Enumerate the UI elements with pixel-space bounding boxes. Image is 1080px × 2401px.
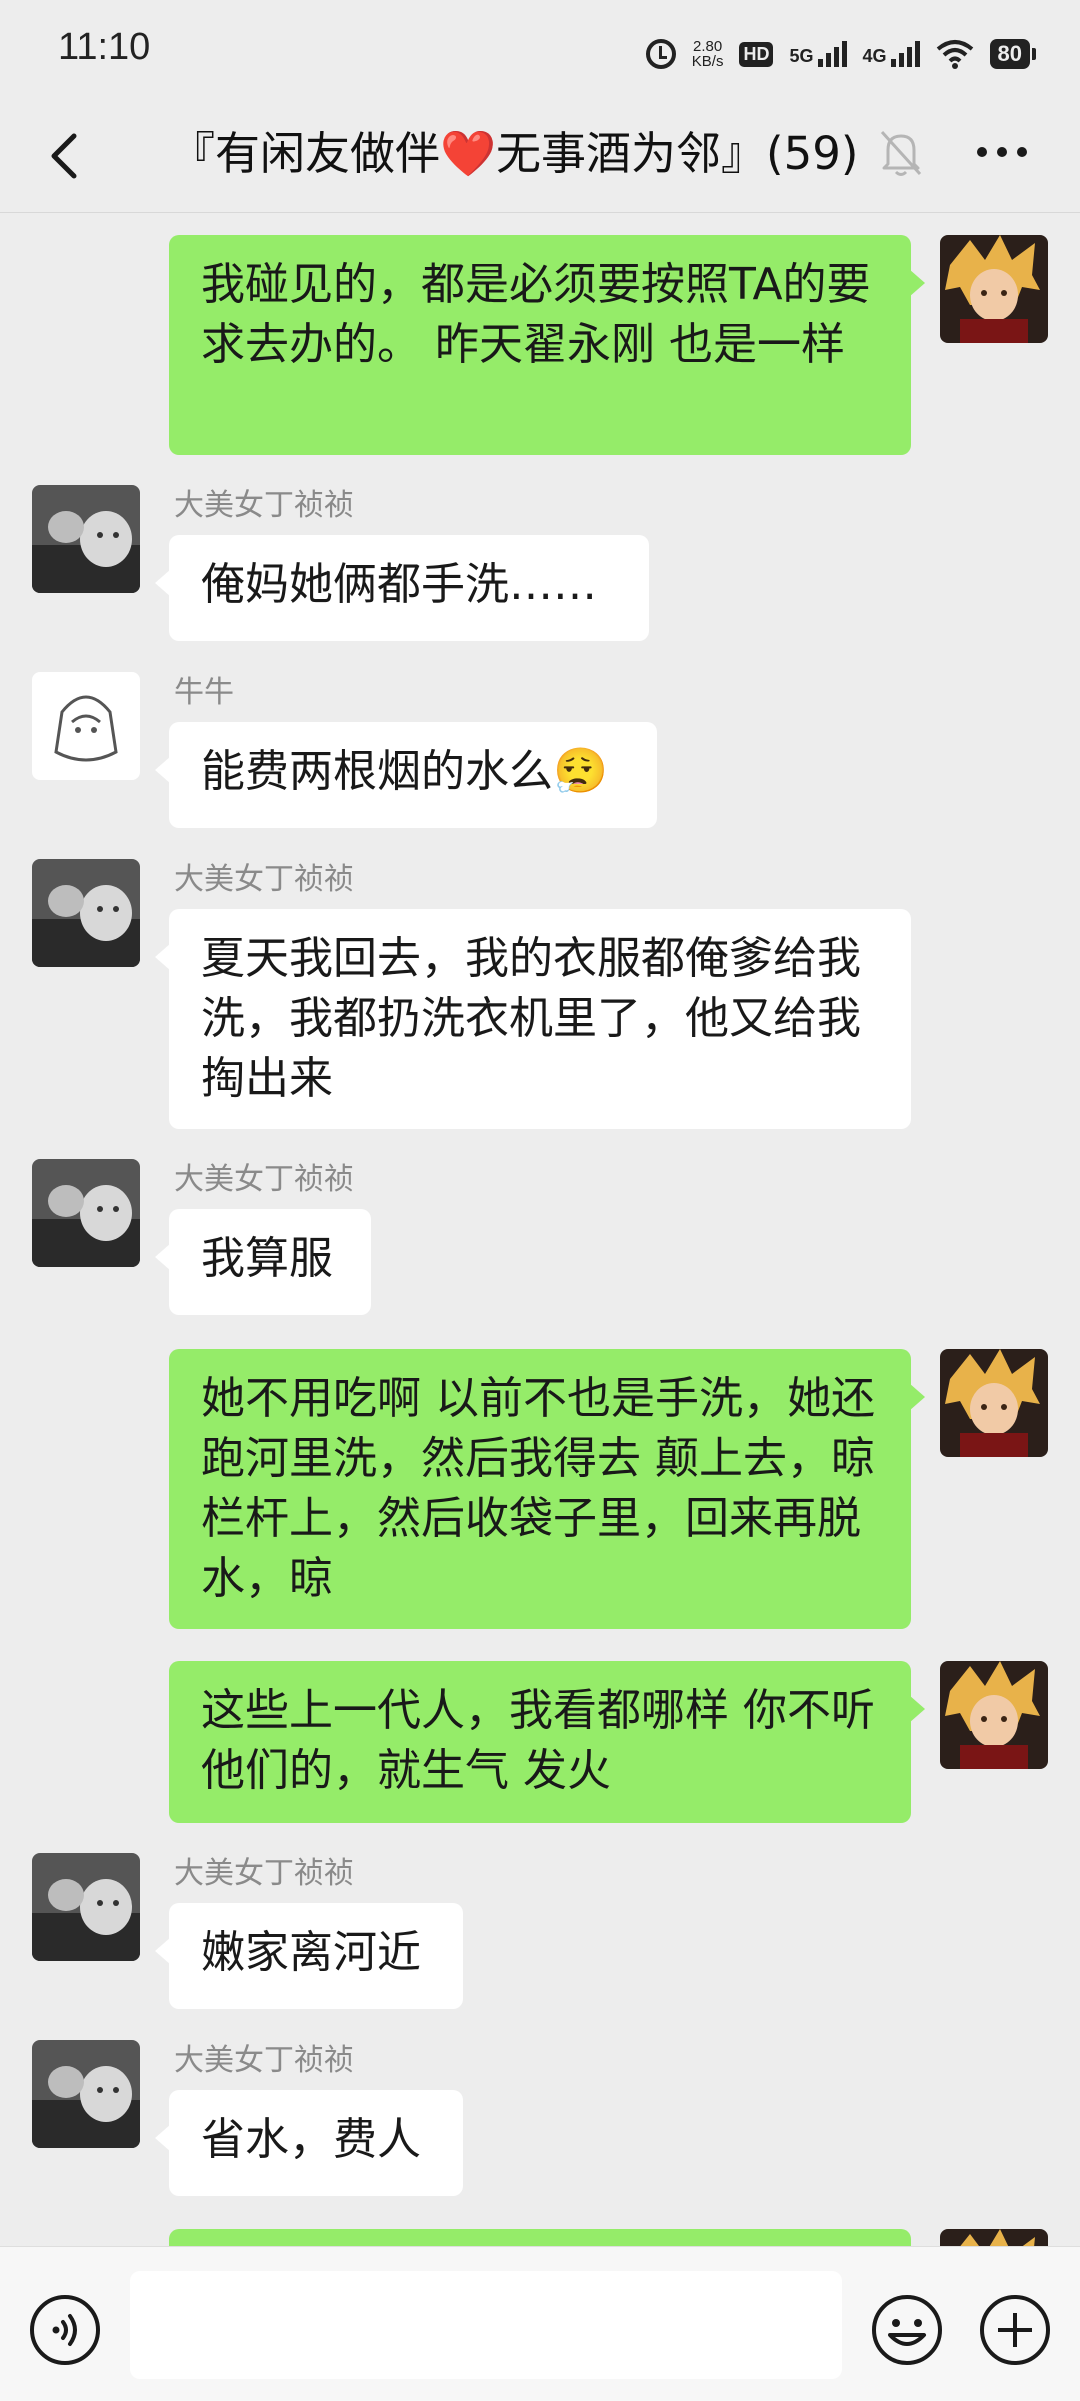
more-dots-icon[interactable] [974, 140, 1030, 164]
contact-avatar[interactable] [32, 485, 140, 593]
contact-avatar[interactable] [32, 1853, 140, 1961]
sender-name: 牛牛 [174, 675, 234, 710]
wifi-icon [936, 40, 973, 69]
network-speed-unit: KB/s [691, 53, 724, 70]
chat-title: 『有闲友做伴❤️无事酒为邻』(59) [170, 127, 859, 180]
my-avatar[interactable] [940, 2229, 1048, 2246]
sender-name: 大美女丁祯祯 [174, 2043, 354, 2078]
contact-avatar[interactable] [32, 1159, 140, 1267]
contact-avatar[interactable] [32, 859, 140, 967]
message-bubble[interactable]: 能费两根烟的水么😮‍💨 [155, 722, 657, 828]
plus-icon[interactable] [978, 2293, 1052, 2367]
hd-badge: HD [739, 41, 774, 67]
sender-name: 大美女丁祯祯 [174, 488, 354, 523]
signal-bars-icon [817, 41, 847, 67]
message-bubble[interactable]: 我碰见的，都是必须要按照TA的要求去办的。 昨天翟永刚 也是一样 [169, 235, 925, 455]
my-avatar[interactable] [940, 1349, 1048, 1457]
message-bubble[interactable]: 省水，费人 [155, 2090, 463, 2196]
network-speed: 2.80 KB/s [692, 39, 724, 69]
sender-name: 大美女丁祯祯 [174, 1856, 354, 1891]
sim1-signal: 5G [789, 41, 847, 67]
contact-avatar[interactable] [32, 672, 140, 780]
my-avatar[interactable] [940, 1661, 1048, 1769]
message-bubble[interactable]: 夏天我回去，我的衣服都俺爹给我洗，我都扔洗衣机里了，他又给我掏出来 [155, 909, 911, 1129]
message-bubble-partial[interactable] [169, 2229, 911, 2246]
contact-avatar[interactable] [32, 2040, 140, 2148]
sim1-label: 5G [789, 46, 814, 66]
message-input[interactable] [130, 2271, 842, 2379]
input-bar [0, 2246, 1080, 2401]
sender-name: 大美女丁祯祯 [174, 862, 354, 897]
message-bubble[interactable]: 她不用吃啊 以前不也是手洗，她还跑河里洗，然后我得去 颠上去，晾栏杆上，然后收袋… [169, 1349, 925, 1629]
status-bar: 11:10 2.80 KB/s HD 5G 4G 80 [0, 0, 1080, 100]
chat-header: 『有闲友做伴❤️无事酒为邻』(59) [0, 100, 1080, 213]
signal-bars-icon [890, 41, 920, 67]
sim2-signal: 4G [863, 41, 920, 67]
sender-name: 大美女丁祯祯 [174, 1162, 354, 1197]
message-bubble[interactable]: 俺妈她俩都手洗…… [155, 535, 649, 641]
my-avatar[interactable] [940, 235, 1048, 343]
sim2-label: 4G [862, 46, 887, 66]
chevron-left-icon[interactable] [40, 130, 92, 182]
voice-icon[interactable] [28, 2293, 102, 2367]
bell-off-icon [880, 130, 922, 176]
emoji-icon[interactable] [870, 2293, 944, 2367]
status-time: 11:10 [58, 26, 151, 68]
battery-indicator: 80 [989, 39, 1037, 69]
message-bubble[interactable]: 嫩家离河近 [155, 1903, 463, 2009]
alarm-icon [645, 39, 676, 69]
network-speed-value: 2.80 [693, 38, 723, 55]
message-list[interactable]: 我碰见的，都是必须要按照TA的要求去办的。 昨天翟永刚 也是一样 大美女丁祯祯 … [0, 213, 1080, 2246]
message-bubble[interactable]: 我算服 [155, 1209, 371, 1315]
status-icons: 2.80 KB/s HD 5G 4G 80 [645, 32, 1037, 76]
message-bubble[interactable]: 这些上一代人，我看都哪样 你不听他们的，就生气 发火 [169, 1661, 925, 1823]
